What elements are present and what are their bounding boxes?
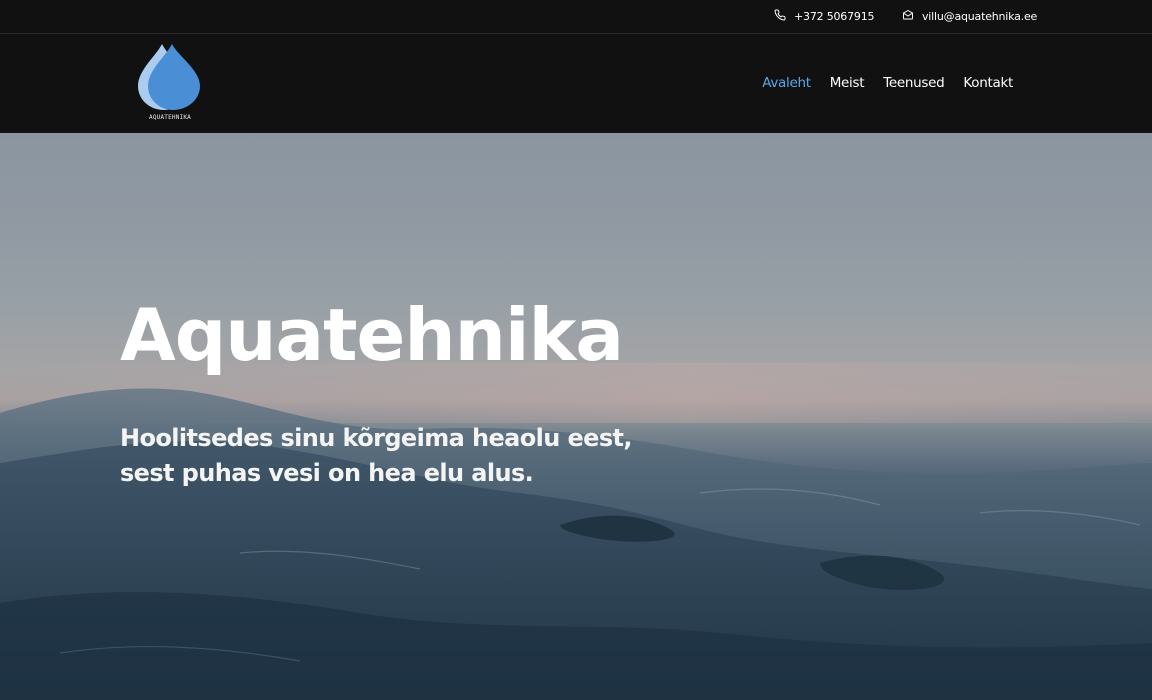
phone-number: +372 5067915 bbox=[794, 10, 875, 23]
ocean-background-image bbox=[0, 363, 1152, 700]
nav-item-teenused[interactable]: Teenused bbox=[883, 75, 944, 91]
logo-text: AQUATEHNIKA bbox=[149, 114, 191, 121]
hero-section: Aquatehnika Hoolitsedes sinu kõrgeima he… bbox=[0, 133, 1152, 700]
nav-item-avaleht[interactable]: Avaleht bbox=[762, 75, 811, 91]
top-contact-bar: +372 5067915 villu@aquatehnika.ee bbox=[0, 0, 1152, 34]
email-address: villu@aquatehnika.ee bbox=[922, 10, 1038, 23]
site-logo[interactable]: AQUATEHNIKA bbox=[134, 40, 206, 126]
main-navigation: Avaleht Meist Teenused Kontakt bbox=[762, 75, 1013, 91]
phone-link[interactable]: +372 5067915 bbox=[774, 9, 875, 24]
nav-item-meist[interactable]: Meist bbox=[830, 75, 865, 91]
hero-subtitle: Hoolitsedes sinu kõrgeima heaolu eest, s… bbox=[120, 424, 633, 487]
site-header: AQUATEHNIKA Avaleht Meist Teenused Konta… bbox=[0, 34, 1152, 133]
mail-icon bbox=[902, 9, 914, 24]
hero-title: Aquatehnika bbox=[120, 293, 624, 377]
email-link[interactable]: villu@aquatehnika.ee bbox=[902, 9, 1037, 24]
nav-item-kontakt[interactable]: Kontakt bbox=[963, 75, 1013, 91]
water-drop-icon bbox=[138, 44, 200, 110]
phone-icon bbox=[774, 9, 786, 24]
